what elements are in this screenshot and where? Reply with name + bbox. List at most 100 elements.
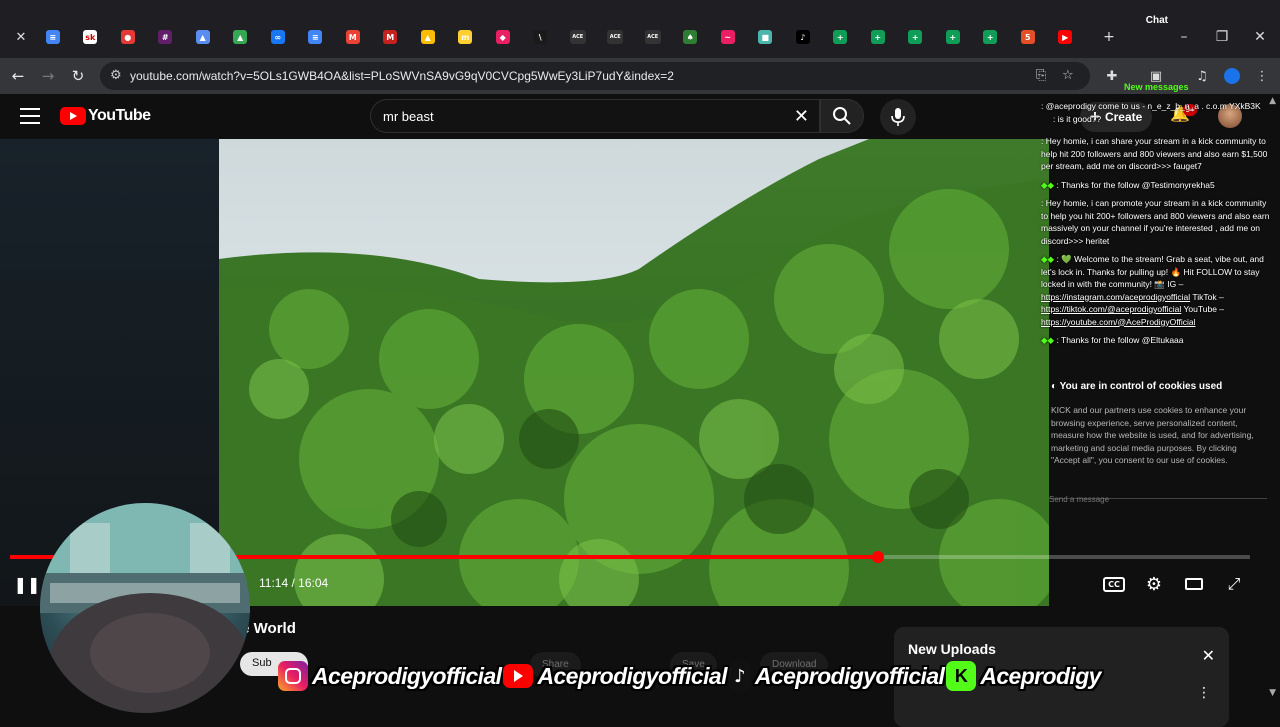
chat-message: ◆◆ : 💚 Welcome to the stream! Grab a sea… — [1041, 253, 1273, 328]
scroll-down-arrow[interactable]: ▼ — [1269, 688, 1276, 698]
chat-overlay-label: Chat — [1145, 15, 1168, 26]
media-controls-icon[interactable]: ♫ — [1190, 64, 1214, 88]
send-message-input[interactable]: Send a message — [1049, 495, 1109, 504]
photo-icon: ■ — [758, 30, 773, 44]
browser-tab[interactable]: ■ — [747, 26, 785, 48]
youtube-link[interactable]: https://youtube.com/@AceProdigyOfficial — [1041, 317, 1195, 327]
maximize-button[interactable]: ❐ — [1207, 26, 1237, 48]
menu-hamburger-icon[interactable] — [20, 106, 40, 126]
back-button[interactable]: ← — [6, 64, 30, 88]
browser-tab[interactable]: m — [447, 26, 485, 48]
fullscreen-button[interactable]: ⤢ — [1222, 572, 1246, 596]
browser-tab[interactable]: + — [972, 26, 1010, 48]
url-text[interactable]: youtube.com/watch?v=5OLs1GWB4OA&list=PLo… — [130, 69, 674, 83]
chat-message: ◆◆ : Thanks for the follow @Eltukaaa — [1041, 334, 1273, 347]
browser-tab[interactable]: + — [822, 26, 860, 48]
html5-icon: 5 — [1020, 30, 1035, 44]
youtube-logo[interactable]: YouTube — [60, 107, 151, 125]
verified-badge-icon: ◆◆ — [1041, 179, 1057, 190]
browser-tab[interactable]: + — [859, 26, 897, 48]
browser-tab[interactable]: ACE — [559, 26, 597, 48]
cookies-title-text: You are in control of cookies used — [1059, 381, 1223, 392]
search-query[interactable]: mr beast — [383, 109, 434, 124]
bookmark-star-icon[interactable]: ☆ — [1062, 68, 1074, 83]
captions-icon: CC — [1103, 576, 1125, 592]
new-messages-label: New messages — [1124, 82, 1189, 92]
cookie-icon: ◐ — [1051, 381, 1060, 392]
instagram-handle: Aceprodigyofficial — [312, 662, 502, 689]
youtube-icon — [503, 664, 534, 688]
install-app-icon[interactable]: ⎘ — [1036, 68, 1046, 83]
browser-tab[interactable]: + — [897, 26, 935, 48]
browser-tab[interactable]: + — [934, 26, 972, 48]
url-field[interactable]: ⚙ youtube.com/watch?v=5OLs1GWB4OA&list=P… — [100, 62, 1090, 90]
instagram-icon — [278, 661, 308, 691]
browser-tab[interactable]: ● — [109, 26, 147, 48]
social-handles-banner: Aceprodigyofficial Aceprodigyofficial ♪ … — [278, 658, 1103, 694]
browser-tab[interactable]: ◆ — [484, 26, 522, 48]
youtube-label: YouTube – — [1183, 304, 1225, 314]
profile-icon[interactable] — [1220, 64, 1244, 88]
pause-button[interactable]: ❚❚ — [14, 572, 41, 596]
tiktok-label: TikTok – — [1192, 291, 1224, 302]
voice-search-button[interactable] — [880, 99, 916, 135]
browser-tab[interactable]: M — [334, 26, 372, 48]
active-tab-close-icon[interactable]: ✕ — [8, 26, 34, 48]
settings-button[interactable]: ⚙ — [1142, 572, 1166, 596]
browser-tab[interactable]: ~ — [709, 26, 747, 48]
youtube-wordmark: YouTube — [88, 107, 151, 124]
microphone-icon — [891, 108, 905, 126]
tiktok-link[interactable]: https://tiktok.com/@aceprodigyofficial — [1041, 304, 1181, 314]
clear-search-icon[interactable]: ✕ — [794, 106, 809, 127]
chat-message-text: : Thanks for the follow @Testimonyrekha5 — [1056, 179, 1215, 190]
scroll-up-arrow[interactable]: ▲ — [1269, 96, 1276, 106]
leaf-icon: ♠ — [683, 30, 698, 44]
browser-tab[interactable]: ♠ — [672, 26, 710, 48]
webcam-feed-image — [40, 503, 250, 713]
close-window-button[interactable]: ✕ — [1245, 26, 1275, 48]
browser-tab[interactable]: ≡ — [34, 26, 72, 48]
site-info-icon[interactable]: ⚙ — [110, 68, 122, 83]
verified-badge-icon: ◆◆ — [1041, 254, 1057, 264]
browser-tab[interactable]: M — [372, 26, 410, 48]
ace-icon: ACE — [569, 30, 586, 44]
sheets-icon: + — [870, 30, 885, 44]
reload-button[interactable]: ↻ — [66, 64, 90, 88]
docs-icon: ≡ — [45, 30, 60, 44]
forward-button[interactable]: → — [36, 64, 60, 88]
more-options-icon[interactable]: ⋮ — [1197, 685, 1211, 701]
youtube-play-icon — [60, 107, 86, 125]
browser-tab[interactable]: ♪ — [784, 26, 822, 48]
sheets-icon: + — [833, 30, 848, 44]
instagram-link[interactable]: https://instagram.com/aceprodigyofficial — [1041, 292, 1190, 302]
browser-tab[interactable]: 5 — [1009, 26, 1047, 48]
browser-tab[interactable]: ▶ — [1047, 26, 1085, 48]
minimize-button[interactable]: – — [1169, 26, 1199, 48]
chat-message: : is it good?? — [1053, 113, 1102, 124]
browser-tab[interactable]: ▲ — [222, 26, 260, 48]
extensions-icon[interactable]: ✚ — [1100, 64, 1124, 88]
progress-scrubber[interactable] — [872, 551, 884, 563]
browser-tab[interactable]: \ — [522, 26, 560, 48]
tiktok-handle: Aceprodigyofficial — [754, 662, 945, 689]
miro-icon: m — [458, 30, 473, 44]
new-tab-button[interactable]: + — [1094, 26, 1124, 48]
browser-tab[interactable]: ACE — [634, 26, 672, 48]
browser-tab[interactable]: ≡ — [297, 26, 335, 48]
tiktok-icon: ♪ — [728, 661, 751, 691]
youtube-icon: ▶ — [1058, 30, 1073, 44]
browser-tab[interactable]: # — [147, 26, 185, 48]
captions-button[interactable]: CC — [1102, 572, 1126, 596]
video-frame[interactable] — [219, 139, 1049, 606]
multicolor-icon: ▲ — [420, 30, 435, 44]
browser-tab[interactable]: ACE — [597, 26, 635, 48]
close-icon[interactable]: ✕ — [1202, 646, 1215, 665]
theater-mode-button[interactable] — [1182, 572, 1206, 596]
search-button[interactable] — [820, 99, 864, 133]
browser-tab[interactable]: sk — [72, 26, 110, 48]
search-input[interactable]: mr beast ✕ — [370, 99, 820, 133]
browser-menu-icon[interactable]: ⋮ — [1250, 64, 1274, 88]
browser-tab[interactable]: ▲ — [184, 26, 222, 48]
browser-tab[interactable]: ∞ — [259, 26, 297, 48]
browser-tab[interactable]: ▲ — [409, 26, 447, 48]
